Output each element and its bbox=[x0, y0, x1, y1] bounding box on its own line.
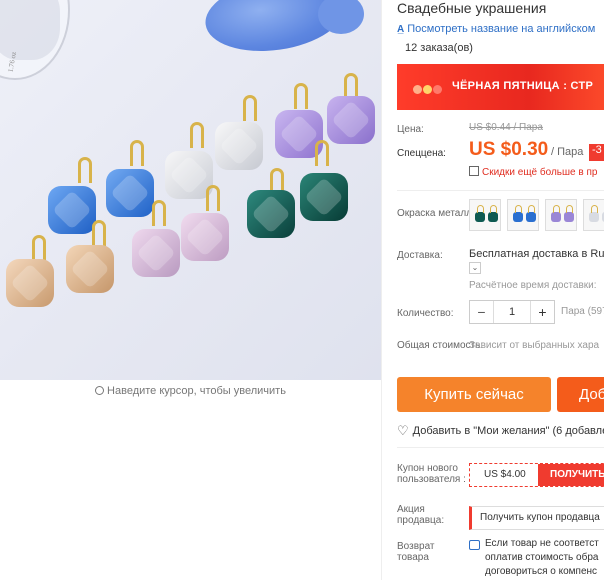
divider bbox=[397, 447, 604, 448]
quantity-plus-button[interactable]: + bbox=[530, 301, 554, 323]
quantity-stepper: − 1 + bbox=[469, 300, 555, 324]
product-image[interactable]: 1.76 oz bbox=[0, 0, 381, 380]
discount-badge: -3 bbox=[589, 144, 604, 161]
buy-now-button[interactable]: Купить сейчас bbox=[397, 377, 551, 412]
earring-hook bbox=[294, 83, 308, 109]
earring-hook bbox=[92, 220, 106, 246]
color-swatch-blue[interactable] bbox=[507, 199, 539, 231]
price-unit: / Пара bbox=[551, 146, 584, 158]
translate-link-text[interactable]: Посмотреть название на английском bbox=[407, 23, 595, 35]
earring-stone bbox=[106, 169, 154, 217]
product-info-panel: Свадебные украшения A̲ Посмотреть названи… bbox=[381, 0, 604, 580]
color-swatch-teal[interactable] bbox=[469, 199, 501, 231]
returns-line: оплатив стоимость обра bbox=[485, 552, 599, 563]
panel-divider bbox=[381, 0, 382, 580]
coupon-link-text[interactable]: Скидки ещё больше в пр bbox=[482, 167, 597, 178]
translate-icon: A̲ bbox=[397, 24, 405, 35]
coupon-amount: US $4.00 bbox=[484, 469, 526, 480]
earring-stone bbox=[132, 229, 180, 277]
earring-stone bbox=[327, 96, 375, 144]
returns-text: Если товар не соответст оплатив стоимост… bbox=[485, 537, 599, 579]
zoom-hint: Наведите курсор, чтобы увеличить bbox=[0, 385, 381, 397]
earring-stone bbox=[247, 190, 295, 238]
discount-coupon-link[interactable]: Скидки ещё больше в пр bbox=[469, 166, 597, 178]
price-label: Цена: bbox=[397, 124, 424, 135]
earring-hook bbox=[152, 200, 166, 226]
qr-code-icon bbox=[469, 166, 479, 176]
earring-hook bbox=[206, 185, 220, 211]
seller-promo-label: Акция продавца: bbox=[397, 504, 445, 526]
shipping-label: Доставка: bbox=[397, 250, 443, 261]
returns-info-icon bbox=[469, 540, 480, 550]
chevron-down-icon[interactable]: ⌄ bbox=[469, 262, 481, 274]
earring-stone bbox=[66, 245, 114, 293]
seller-coupon-button[interactable]: Получить купон продавца bbox=[469, 506, 604, 530]
promo-text: ЧЁРНАЯ ПЯТНИЦА : СТР bbox=[452, 80, 594, 92]
earring-stone bbox=[181, 213, 229, 261]
earring-stone bbox=[48, 186, 96, 234]
returns-line: договориться о компенс bbox=[485, 566, 598, 577]
color-swatch-clear[interactable] bbox=[583, 199, 604, 231]
total-value: Зависит от выбранных хара bbox=[469, 340, 600, 351]
delivery-estimate: Расчётное время доставки: bbox=[469, 280, 597, 291]
color-swatch-violet[interactable] bbox=[545, 199, 577, 231]
divider bbox=[397, 190, 604, 191]
new-user-coupon-label: Купон нового пользователя : bbox=[397, 463, 466, 485]
returns-line: Если товар не соответст bbox=[485, 538, 599, 549]
black-friday-banner[interactable]: ЧЁРНАЯ ПЯТНИЦА : СТР bbox=[397, 64, 604, 110]
shipping-method: Бесплатная доставка в Ru bbox=[469, 248, 604, 260]
quantity-label: Количество: bbox=[397, 308, 454, 319]
earring-stone bbox=[215, 122, 263, 170]
heart-icon: ♡ bbox=[397, 423, 409, 438]
flower-petal bbox=[318, 0, 364, 34]
product-title: Свадебные украшения bbox=[397, 0, 547, 16]
old-price: US $0.44 / Пара bbox=[469, 122, 543, 133]
special-price-label: Спеццена: bbox=[397, 148, 446, 159]
glass-decoration-inner bbox=[0, 0, 60, 60]
current-price: US $0.30 bbox=[469, 139, 549, 160]
translate-link[interactable]: A̲ Посмотреть название на английском bbox=[397, 23, 595, 35]
promo-balloons-icon bbox=[413, 81, 443, 99]
earring-stone bbox=[300, 173, 348, 221]
quantity-input[interactable]: 1 bbox=[494, 301, 530, 323]
orders-count: 12 заказа(ов) bbox=[405, 42, 473, 54]
add-to-cart-button[interactable]: Доб bbox=[557, 377, 604, 412]
earring-hook bbox=[32, 235, 46, 261]
returns-label: Возврат товара bbox=[397, 541, 435, 563]
magnifier-icon bbox=[95, 386, 105, 395]
earring-hook bbox=[243, 95, 257, 121]
wishlist-text[interactable]: Добавить в "Мои желания" (6 добавлен bbox=[413, 425, 604, 437]
color-label: Окраска металла: bbox=[397, 208, 481, 219]
zoom-hint-text: Наведите курсор, чтобы увеличить bbox=[107, 385, 286, 397]
earring-stone bbox=[6, 259, 54, 307]
wishlist-link[interactable]: ♡ Добавить в "Мои желания" (6 добавлен bbox=[397, 423, 604, 439]
quantity-minus-button[interactable]: − bbox=[470, 301, 494, 323]
get-coupon-button[interactable]: ПОЛУЧИТЬ bbox=[538, 464, 604, 486]
new-user-coupon: US $4.00 ПОЛУЧИТЬ bbox=[469, 463, 604, 487]
earring-hook bbox=[130, 140, 144, 166]
earring-hook bbox=[190, 122, 204, 148]
stock-info: Пара (597 bbox=[561, 306, 604, 317]
earring-hook bbox=[78, 157, 92, 183]
earring-hook bbox=[315, 140, 329, 166]
